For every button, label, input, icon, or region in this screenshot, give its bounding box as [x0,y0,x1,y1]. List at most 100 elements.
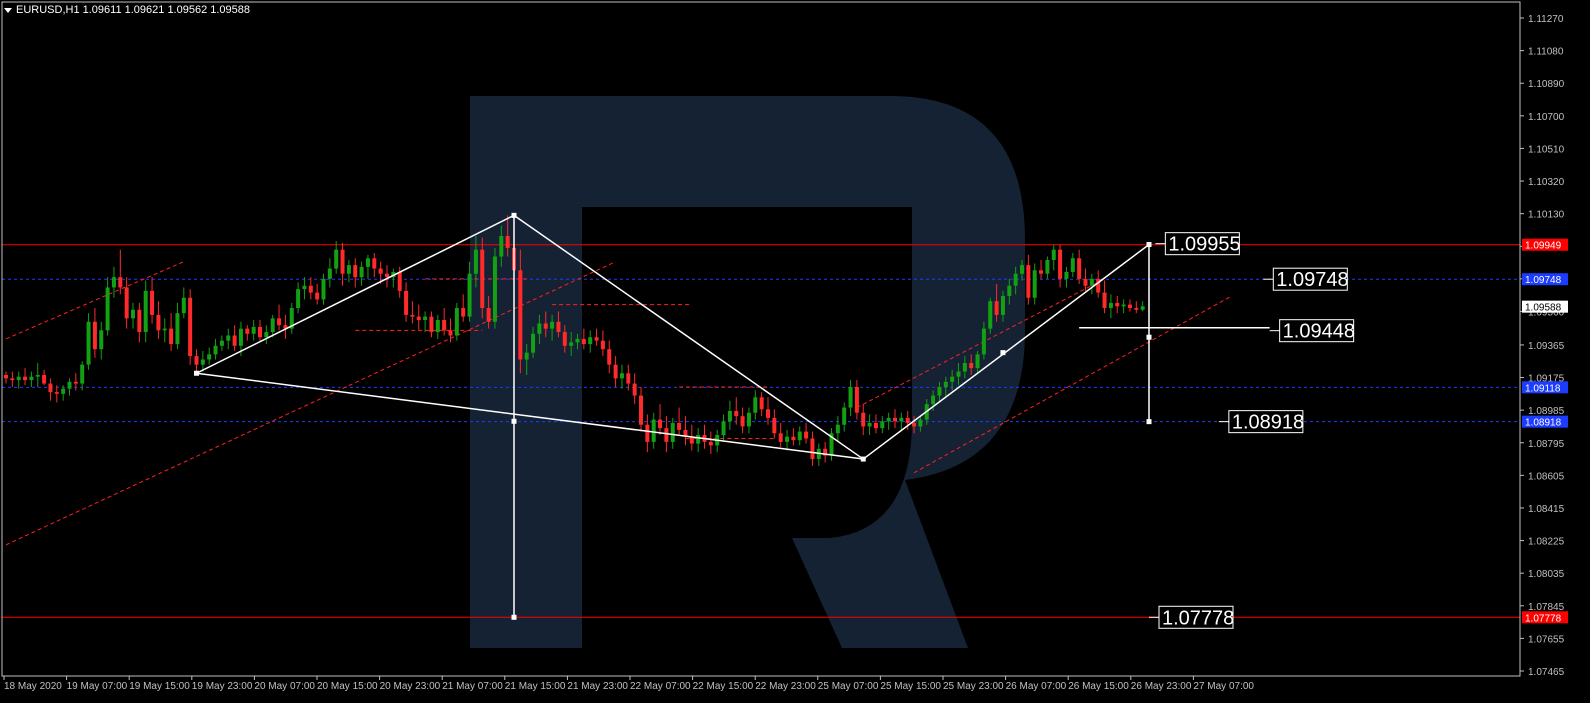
x-tick-label: 25 May 07:00 [818,681,879,692]
candle-body [1070,258,1075,272]
candle-body [321,278,326,300]
candle-body [175,313,180,345]
pattern-point [1146,419,1152,425]
candle-body [600,340,605,350]
candle-body [156,314,161,331]
candle-body [854,386,859,413]
candle-body [86,321,91,365]
candle-body [918,419,923,427]
candle-body [99,330,104,350]
x-tick-label: 19 May 15:00 [129,681,190,692]
candle-body [1140,306,1145,310]
pattern-line [196,214,515,374]
pattern-point [860,456,866,462]
candle-body [613,364,618,379]
candle-body [232,335,237,346]
candle-body [658,419,663,429]
candle-body [1134,308,1139,310]
candle-body [937,386,942,396]
candle-body [42,374,47,384]
pattern-point [194,370,199,376]
candle-body [975,354,980,369]
candle-body [1045,259,1050,274]
pattern-point [511,418,517,424]
y-tick-label: 1.08035 [1528,569,1565,580]
y-tick-label: 1.09365 [1528,341,1565,352]
candle-body [169,328,174,345]
candle-body [1000,296,1005,315]
x-tick-label: 20 May 07:00 [254,681,315,692]
candle-body [969,362,974,369]
candle-body [378,268,383,274]
candle-body [442,320,447,331]
axis-marker-label: 1.09949 [1525,241,1562,252]
candle-body [251,326,256,334]
x-tick-label: 19 May 07:00 [67,681,128,692]
candle-body [448,330,453,336]
candle-body [397,271,402,291]
y-tick-label: 1.10510 [1528,144,1565,155]
candle-body [550,321,555,329]
x-tick-label: 21 May 23:00 [567,681,628,692]
candle-body [1039,270,1044,274]
candle-body [277,318,282,326]
candle-body [346,265,351,274]
y-tick-label: 1.08415 [1528,504,1565,515]
x-tick-label: 26 May 15:00 [1068,681,1129,692]
candle-body [1127,304,1132,309]
candle-body [1083,278,1088,286]
candle-body [905,417,910,424]
candle-body [1026,265,1031,298]
candle-body [10,378,15,381]
annotation-label: 1.09448 [1283,321,1355,343]
candle-body [804,431,809,439]
candle-body [670,423,675,442]
candle-body [950,376,955,382]
candle-body [1058,249,1063,279]
x-tick-label: 25 May 23:00 [943,681,1004,692]
annotation-label: 1.08918 [1232,412,1304,434]
candle-body [505,235,510,248]
candle-body [385,273,389,278]
candle-body [619,373,624,379]
candle-body [111,277,116,288]
pattern-point [511,614,517,620]
candle-body [118,277,123,288]
candle-body [1102,292,1107,309]
candle-body [181,297,186,314]
candle-body [759,397,764,410]
candle-body [524,352,529,360]
candle-body [1115,302,1120,307]
candle-body [581,338,586,345]
candle-body [727,411,732,422]
y-tick-label: 1.07655 [1528,634,1565,645]
candle-body [258,326,262,338]
candle-body [835,424,840,434]
candle-body [861,412,866,427]
candle-body [499,235,504,257]
candle-body [696,435,701,444]
candle-body [67,381,72,389]
candle-body [1108,302,1113,309]
candle-body [35,374,40,377]
candle-body [772,417,777,434]
candle-body [150,290,155,315]
candle-body [880,421,885,429]
candle-body [873,423,878,429]
candle-body [962,362,967,372]
candle-body [410,314,415,317]
candle-body [423,316,428,321]
candle-body [80,364,85,384]
pattern-point [1000,350,1006,356]
candle-body [73,381,78,384]
candle-body [16,376,21,381]
candle-body [537,323,542,334]
candle-body [734,411,739,417]
annotation-label: 1.09748 [1276,269,1348,291]
candle-body [842,407,847,425]
price-chart[interactable]: 1.09955 1.09748 1.09448 1.08918 1.07778 1.11… [0,0,1590,703]
candle-body [308,285,313,293]
candle-body [931,395,936,405]
candle-body [632,383,637,396]
candle-body [29,376,34,381]
